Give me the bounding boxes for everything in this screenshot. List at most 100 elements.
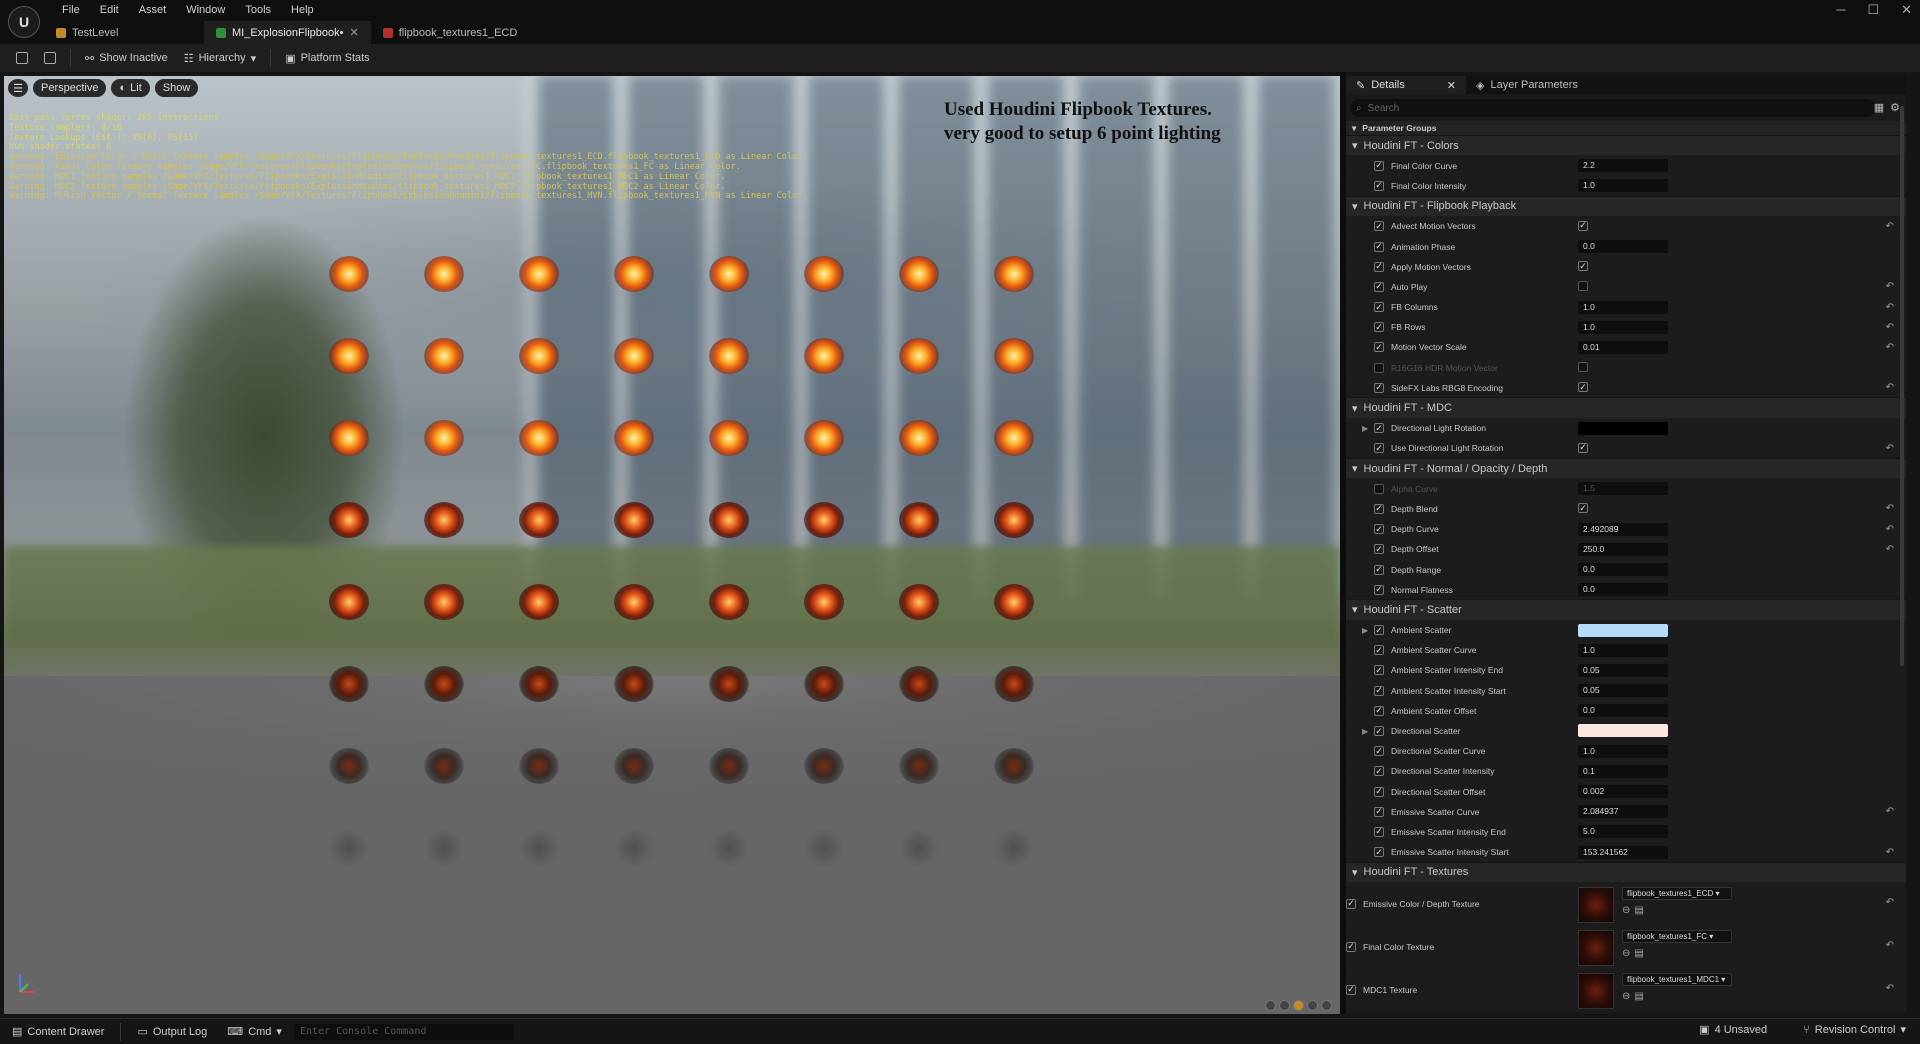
texture-thumbnail[interactable] bbox=[1578, 972, 1614, 1009]
browse-folder-icon[interactable]: ▤ bbox=[1634, 991, 1643, 1002]
value-field[interactable]: 2.2 bbox=[1578, 159, 1668, 173]
console-input[interactable]: Enter Console Command bbox=[293, 1023, 514, 1040]
value-field[interactable]: 0.05 bbox=[1578, 663, 1668, 677]
reset-to-default-icon[interactable]: ↶ bbox=[1886, 544, 1894, 555]
material-viewport[interactable]: ☰ Perspective ◐ Lit Show Base pass vertex… bbox=[4, 76, 1340, 1014]
unsaved-button[interactable]: ▣ 4 Unsaved bbox=[1691, 1023, 1775, 1037]
texture-thumbnail[interactable] bbox=[1578, 886, 1614, 923]
reset-to-default-icon[interactable]: ↶ bbox=[1886, 221, 1894, 232]
value-field[interactable]: 1.5 bbox=[1578, 482, 1668, 496]
value-field[interactable]: 0.0 bbox=[1578, 562, 1668, 576]
category-header[interactable]: ▾ Houdini FT - Textures bbox=[1346, 861, 1906, 882]
use-selected-icon[interactable]: ⊖ bbox=[1622, 948, 1630, 959]
category-header[interactable]: ▾ Houdini FT - Colors bbox=[1346, 135, 1906, 156]
use-selected-icon[interactable]: ⊖ bbox=[1622, 905, 1630, 916]
tab-layer-parameters[interactable]: ◈ Layer Parameters bbox=[1466, 76, 1626, 94]
override-checkbox[interactable]: ✓ bbox=[1374, 503, 1384, 514]
value-field[interactable]: 1.0 bbox=[1578, 744, 1668, 758]
reset-to-default-icon[interactable]: ↶ bbox=[1886, 342, 1894, 353]
override-checkbox[interactable]: ✓ bbox=[1346, 984, 1356, 995]
override-checkbox[interactable]: ✓ bbox=[1374, 302, 1384, 313]
revision-control-button[interactable]: ⑂ Revision Control ▾ bbox=[1795, 1023, 1914, 1037]
browse-folder-icon[interactable]: ▤ bbox=[1634, 905, 1643, 916]
override-checkbox[interactable]: ✓ bbox=[1374, 281, 1384, 292]
override-checkbox[interactable]: ✓ bbox=[1374, 261, 1384, 272]
override-checkbox[interactable]: ✓ bbox=[1374, 221, 1384, 232]
override-checkbox[interactable] bbox=[1374, 362, 1384, 373]
value-field[interactable]: 250.0 bbox=[1578, 542, 1668, 556]
texture-thumbnail[interactable] bbox=[1578, 929, 1614, 966]
reset-to-default-icon[interactable]: ↶ bbox=[1886, 322, 1894, 333]
category-header[interactable]: ▾ Houdini FT - MDC bbox=[1346, 397, 1906, 418]
override-checkbox[interactable]: ✓ bbox=[1374, 806, 1384, 817]
asset-picker[interactable]: flipbook_textures1_FC ▾ bbox=[1622, 929, 1732, 943]
preview-plane-icon[interactable] bbox=[1279, 1000, 1290, 1011]
tab-details[interactable]: ✎ Details ✕ bbox=[1346, 76, 1466, 94]
value-field[interactable]: 2.492089 bbox=[1578, 522, 1668, 536]
reset-to-default-icon[interactable]: ↶ bbox=[1886, 443, 1894, 454]
color-swatch[interactable] bbox=[1578, 421, 1668, 435]
override-checkbox[interactable]: ✓ bbox=[1374, 160, 1384, 171]
menu-edit[interactable]: Edit bbox=[90, 3, 129, 17]
hierarchy-button[interactable]: ☷ Hierarchy ▾ bbox=[178, 50, 262, 67]
unreal-logo[interactable]: U bbox=[8, 6, 40, 38]
cmd-dropdown[interactable]: ⌨ Cmd ▾ bbox=[219, 1025, 290, 1039]
value-field[interactable]: 153.241562 bbox=[1578, 845, 1668, 859]
show-button[interactable]: Show bbox=[154, 79, 199, 97]
value-field[interactable]: 1.0 bbox=[1578, 179, 1668, 193]
viewport-menu-icon[interactable]: ☰ bbox=[8, 79, 28, 97]
value-checkbox[interactable]: ✓ bbox=[1578, 220, 1588, 231]
override-checkbox[interactable]: ✓ bbox=[1346, 941, 1356, 952]
asset-picker[interactable]: flipbook_textures1_MDC1 ▾ bbox=[1622, 972, 1732, 986]
close-icon[interactable]: ✕ bbox=[1447, 79, 1456, 92]
value-field[interactable]: 0.0 bbox=[1578, 239, 1668, 253]
value-checkbox[interactable] bbox=[1578, 362, 1588, 373]
override-checkbox[interactable]: ✓ bbox=[1374, 423, 1384, 434]
override-checkbox[interactable]: ✓ bbox=[1374, 826, 1384, 837]
minimize-icon[interactable]: ─ bbox=[1836, 2, 1845, 18]
menu-window[interactable]: Window bbox=[176, 3, 235, 17]
reset-to-default-icon[interactable]: ↶ bbox=[1886, 524, 1894, 535]
override-checkbox[interactable]: ✓ bbox=[1374, 705, 1384, 716]
override-checkbox[interactable]: ✓ bbox=[1374, 443, 1384, 454]
close-icon[interactable]: ✕ bbox=[349, 26, 358, 39]
search-input[interactable]: ⌕ Search bbox=[1350, 99, 1876, 117]
perspective-button[interactable]: Perspective bbox=[33, 79, 107, 97]
save-button[interactable] bbox=[10, 50, 34, 66]
override-checkbox[interactable]: ✓ bbox=[1374, 685, 1384, 696]
override-checkbox[interactable]: ✓ bbox=[1374, 524, 1384, 535]
override-checkbox[interactable]: ✓ bbox=[1374, 645, 1384, 656]
value-field[interactable]: 0.05 bbox=[1578, 684, 1668, 698]
value-field[interactable]: 0.0 bbox=[1578, 583, 1668, 597]
category-header[interactable]: ▾ Houdini FT - Flipbook Playback bbox=[1346, 195, 1906, 216]
menu-file[interactable]: File bbox=[52, 3, 90, 17]
override-checkbox[interactable]: ✓ bbox=[1346, 898, 1356, 909]
reset-to-default-icon[interactable]: ↶ bbox=[1886, 302, 1894, 313]
value-field[interactable]: 0.002 bbox=[1578, 785, 1668, 798]
reset-to-default-icon[interactable]: ↶ bbox=[1886, 940, 1894, 951]
maximize-icon[interactable]: ☐ bbox=[1867, 2, 1879, 18]
preview-sphere-icon[interactable] bbox=[1265, 1000, 1276, 1011]
override-checkbox[interactable]: ✓ bbox=[1374, 665, 1384, 676]
value-checkbox[interactable]: ✓ bbox=[1578, 382, 1588, 393]
reset-to-default-icon[interactable]: ↶ bbox=[1886, 503, 1894, 514]
override-checkbox[interactable]: ✓ bbox=[1374, 382, 1384, 393]
tab-material-instance[interactable]: MI_ExplosionFlipbook• ✕ bbox=[204, 21, 371, 44]
value-checkbox[interactable] bbox=[1578, 281, 1588, 292]
override-checkbox[interactable]: ✓ bbox=[1374, 241, 1384, 252]
expand-arrow-icon[interactable]: ▶ bbox=[1362, 626, 1374, 635]
parameter-groups-header[interactable]: ▾ Parameter Groups bbox=[1346, 121, 1906, 135]
override-checkbox[interactable]: ✓ bbox=[1374, 786, 1384, 797]
color-swatch[interactable] bbox=[1578, 623, 1668, 637]
override-checkbox[interactable]: ✓ bbox=[1374, 584, 1384, 595]
value-field[interactable]: 1.0 bbox=[1578, 320, 1668, 334]
grid-view-icon[interactable]: ▦ bbox=[1874, 101, 1884, 114]
override-checkbox[interactable]: ✓ bbox=[1374, 766, 1384, 777]
reset-to-default-icon[interactable]: ↶ bbox=[1886, 847, 1894, 858]
override-checkbox[interactable]: ✓ bbox=[1374, 564, 1384, 575]
lit-button[interactable]: ◐ Lit bbox=[111, 79, 150, 97]
tab-texture[interactable]: flipbook_textures1_ECD bbox=[371, 21, 531, 44]
reset-to-default-icon[interactable]: ↶ bbox=[1886, 983, 1894, 994]
browse-button[interactable] bbox=[38, 50, 62, 66]
value-field[interactable]: 5.0 bbox=[1578, 825, 1668, 839]
